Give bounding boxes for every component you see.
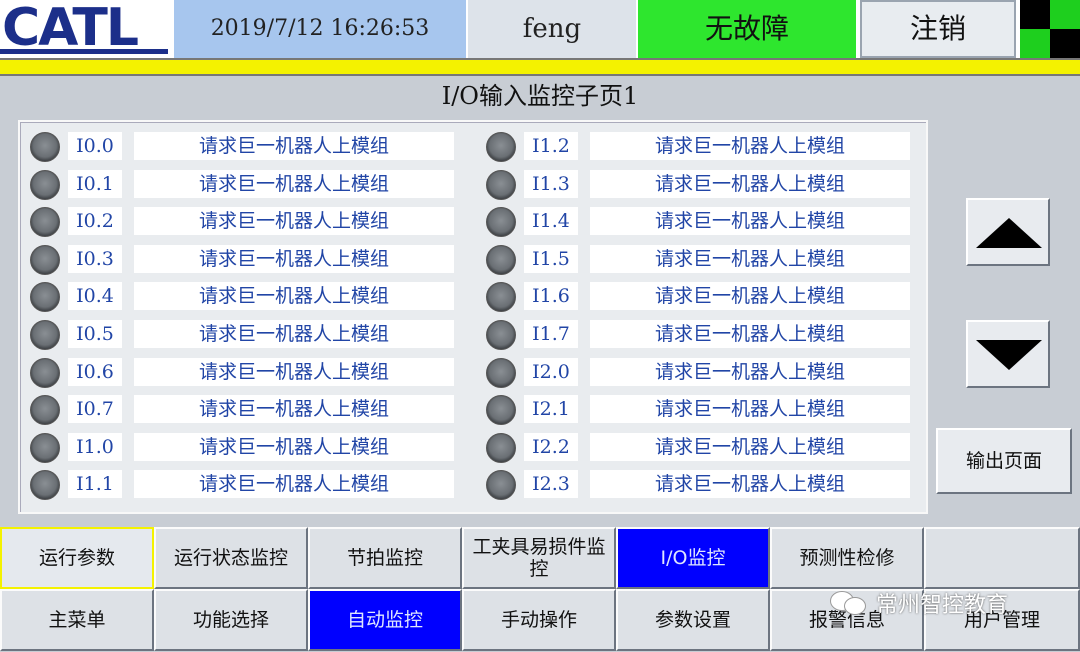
io-address: I1.7 — [524, 320, 578, 348]
io-description: 请求巨一机器人上模组 — [590, 432, 910, 461]
status-lamp-icon — [486, 357, 516, 388]
sub-nav-button[interactable] — [924, 527, 1080, 589]
io-description: 请求巨一机器人上模组 — [134, 132, 454, 160]
io-address: I0.3 — [68, 244, 122, 273]
checker-icon — [1020, 0, 1080, 58]
io-description: 请求巨一机器人上模组 — [134, 432, 454, 461]
page-up-button[interactable] — [966, 198, 1050, 266]
alarm-message-bar — [0, 58, 1080, 76]
status-lamp-icon — [30, 244, 60, 275]
io-description: 请求巨一机器人上模组 — [134, 169, 454, 198]
logout-button[interactable]: 注销 — [860, 0, 1016, 58]
fault-status-indicator: 无故障 — [638, 0, 856, 58]
triangle-down-icon — [976, 340, 1042, 370]
main-nav-button[interactable]: 参数设置 — [616, 589, 770, 651]
io-address: I2.3 — [524, 470, 578, 499]
sub-nav-button[interactable]: 工夹具易损件监控 — [462, 527, 616, 589]
current-user: feng — [468, 0, 636, 58]
main-nav-button[interactable]: 功能选择 — [154, 589, 308, 651]
main-nav-button[interactable]: 手动操作 — [462, 589, 616, 651]
status-lamp-icon — [486, 320, 516, 350]
io-description: 请求巨一机器人上模组 — [134, 357, 454, 386]
io-description: 请求巨一机器人上模组 — [134, 395, 454, 424]
triangle-up-icon — [976, 218, 1042, 248]
io-description: 请求巨一机器人上模组 — [590, 470, 910, 499]
sub-nav-button[interactable]: 运行参数 — [0, 527, 154, 589]
status-lamp-icon — [486, 207, 516, 238]
page-down-button[interactable] — [966, 320, 1050, 388]
status-lamp-icon — [30, 207, 60, 238]
io-address: I1.4 — [524, 207, 578, 236]
status-lamp-icon — [30, 282, 60, 313]
output-page-button[interactable]: 输出页面 — [936, 428, 1072, 494]
status-lamp-icon — [486, 282, 516, 313]
io-address: I1.6 — [524, 282, 578, 311]
io-description: 请求巨一机器人上模组 — [590, 357, 910, 386]
status-lamp-icon — [30, 169, 60, 200]
io-description: 请求巨一机器人上模组 — [134, 207, 454, 236]
status-lamp-icon — [30, 395, 60, 426]
main-nav-button[interactable]: 自动监控 — [308, 589, 462, 651]
brand-logo: CATL — [0, 0, 172, 58]
io-address: I2.1 — [524, 395, 578, 424]
page-title: I/O输入监控子页1 — [441, 82, 639, 110]
logo-underline — [0, 49, 168, 54]
sub-nav-button[interactable]: 运行状态监控 — [154, 527, 308, 589]
io-address: I2.2 — [524, 432, 578, 461]
io-address: I0.1 — [68, 169, 122, 198]
io-description: 请求巨一机器人上模组 — [134, 470, 454, 499]
io-address: I0.4 — [68, 282, 122, 311]
io-description: 请求巨一机器人上模组 — [590, 244, 910, 273]
status-lamp-icon — [30, 320, 60, 350]
io-description: 请求巨一机器人上模组 — [134, 244, 454, 273]
main-nav-button[interactable]: 主菜单 — [0, 589, 154, 651]
io-monitor-panel: I0.0 请求巨一机器人上模组 I0.1 请求巨一机器人上模组 I0.2 请求巨一机器人上… — [18, 120, 928, 514]
io-description: 请求巨一机器人上模组 — [590, 320, 910, 348]
io-description: 请求巨一机器人上模组 — [134, 282, 454, 311]
sub-nav-button[interactable]: I/O监控 — [616, 527, 770, 589]
wechat-icon — [830, 589, 870, 617]
status-lamp-icon — [486, 470, 516, 501]
io-address: I1.3 — [524, 169, 578, 198]
datetime-display: 2019/7/12 16:26:53 — [174, 0, 466, 58]
io-address: I0.2 — [68, 207, 122, 236]
sub-nav-button[interactable]: 预测性检修 — [770, 527, 924, 589]
io-address: I0.0 — [68, 132, 122, 160]
io-address: I1.2 — [524, 132, 578, 160]
io-address: I0.7 — [68, 395, 122, 424]
status-lamp-icon — [486, 395, 516, 426]
io-description: 请求巨一机器人上模组 — [590, 282, 910, 311]
status-lamp-icon — [486, 169, 516, 200]
status-lamp-icon — [30, 132, 60, 162]
io-description: 请求巨一机器人上模组 — [590, 169, 910, 198]
io-address: I2.0 — [524, 357, 578, 386]
io-description: 请求巨一机器人上模组 — [134, 320, 454, 348]
io-address: I1.0 — [68, 432, 122, 461]
status-lamp-icon — [30, 432, 60, 463]
status-lamp-icon — [486, 132, 516, 162]
io-description: 请求巨一机器人上模组 — [590, 207, 910, 236]
watermark-text: 常州智控教育 — [876, 593, 1009, 618]
status-lamp-icon — [30, 470, 60, 501]
io-description: 请求巨一机器人上模组 — [590, 395, 910, 424]
io-description: 请求巨一机器人上模组 — [590, 132, 910, 160]
sub-nav-button[interactable]: 节拍监控 — [308, 527, 462, 589]
io-address: I1.1 — [68, 470, 122, 499]
status-lamp-icon — [30, 357, 60, 388]
status-lamp-icon — [486, 432, 516, 463]
header-bar: CATL 2019/7/12 16:26:53 feng 无故障 注销 — [0, 0, 1080, 58]
io-address: I1.5 — [524, 244, 578, 273]
status-lamp-icon — [486, 244, 516, 275]
sub-nav-row: 运行参数 运行状态监控 节拍监控 工夹具易损件监控 I/O监控 预测性检修 — [0, 527, 1080, 589]
io-address: I0.6 — [68, 357, 122, 386]
io-address: I0.5 — [68, 320, 122, 348]
watermark: 常州智控教育 — [830, 588, 1008, 618]
